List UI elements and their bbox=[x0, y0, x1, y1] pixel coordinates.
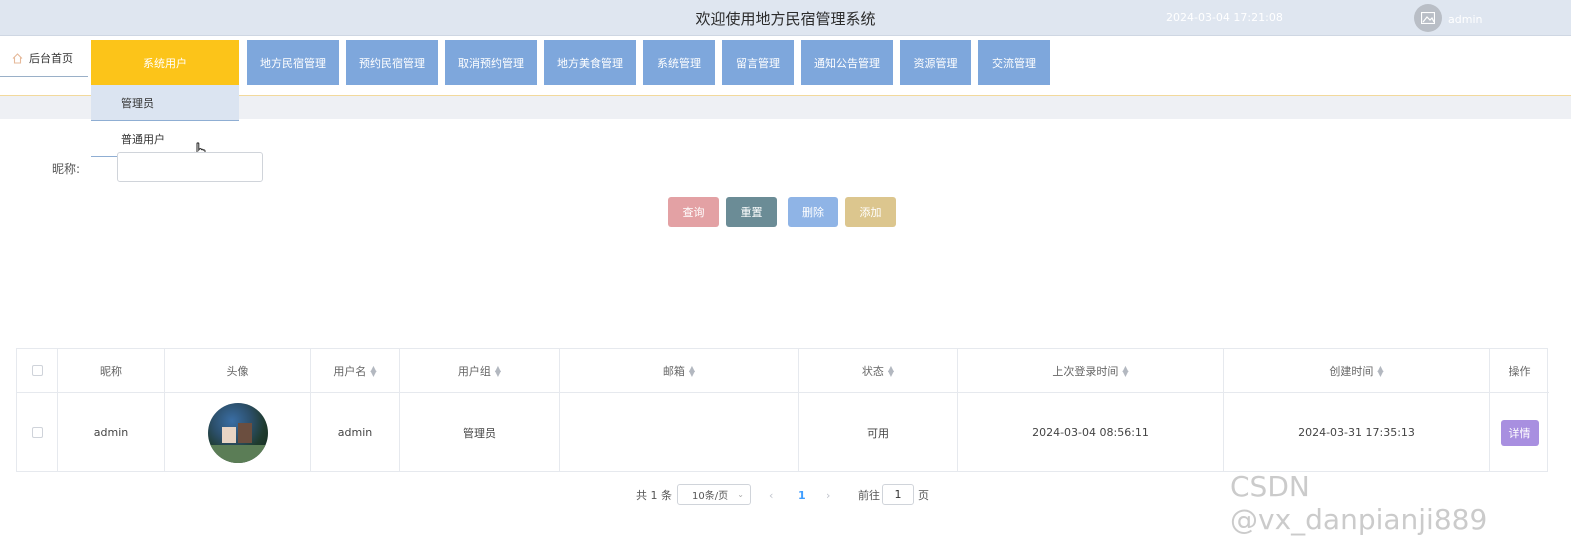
delete-button[interactable]: 删除 bbox=[788, 197, 838, 227]
nav-home[interactable]: 后台首页 bbox=[0, 40, 88, 77]
column-header-action: 操作 bbox=[1490, 349, 1549, 393]
pagination-total: 共 1 条 bbox=[636, 489, 672, 502]
nav-item-system-users[interactable]: 系统用户 bbox=[91, 40, 239, 85]
select-all-cell bbox=[17, 349, 58, 393]
goto-label: 前往 bbox=[858, 489, 880, 502]
nav-item-exchange[interactable]: 交流管理 bbox=[978, 40, 1050, 85]
user-avatar[interactable] bbox=[1414, 4, 1442, 32]
users-table: 昵称 头像 用户名 ▲ ▼ 用户组 ▲ ▼ 邮箱 ▲ ▼ 状态 ▲ ▼ 上次登录时间 ▲ ▼ 创建时… bbox=[16, 348, 1549, 472]
column-header-created[interactable]: 创建时间 ▲ ▼ bbox=[1224, 349, 1490, 393]
cell-nickname: admin bbox=[58, 393, 165, 472]
row-select-cell bbox=[17, 393, 58, 472]
datetime-display: 2024-03-04 17:21:08 bbox=[1166, 11, 1283, 24]
chevron-down-icon: ⌄ bbox=[737, 490, 744, 499]
reset-button[interactable]: 重置 bbox=[726, 197, 777, 227]
sort-icon[interactable]: ▲ ▼ bbox=[1122, 364, 1128, 377]
cell-created: 2024-03-31 17:35:13 bbox=[1224, 393, 1490, 472]
home-icon bbox=[12, 52, 23, 64]
page-size-value: 10条/页 bbox=[692, 491, 729, 502]
nav-item-notice[interactable]: 通知公告管理 bbox=[801, 40, 893, 85]
nav-home-label: 后台首页 bbox=[29, 52, 73, 65]
column-header-email[interactable]: 邮箱 ▲ ▼ bbox=[560, 349, 799, 393]
goto-page-input[interactable]: 1 bbox=[882, 484, 914, 505]
page-size-select[interactable]: 10条/页 ⌄ bbox=[677, 484, 751, 505]
prev-page-icon[interactable]: ‹ bbox=[769, 484, 773, 506]
nav-item-resource[interactable]: 资源管理 bbox=[900, 40, 971, 85]
nav-item-cancel-booking[interactable]: 取消预约管理 bbox=[445, 40, 537, 85]
sort-icon[interactable]: ▲ ▼ bbox=[1377, 364, 1383, 377]
user-avatar-image bbox=[207, 402, 268, 463]
nickname-input[interactable] bbox=[117, 152, 263, 182]
nav-item-system[interactable]: 系统管理 bbox=[643, 40, 715, 85]
username-label[interactable]: admin bbox=[1448, 13, 1482, 26]
nav-item-food[interactable]: 地方美食管理 bbox=[544, 40, 636, 85]
cell-avatar bbox=[165, 393, 311, 472]
nav-item-homestay[interactable]: 地方民宿管理 bbox=[247, 40, 339, 85]
next-page-icon[interactable]: › bbox=[826, 484, 830, 506]
add-button[interactable]: 添加 bbox=[845, 197, 896, 227]
watermark: CSDN @vx_danpianji889 bbox=[1230, 470, 1488, 536]
column-header-username[interactable]: 用户名 ▲ ▼ bbox=[311, 349, 400, 393]
nav-item-booking[interactable]: 预约民宿管理 bbox=[346, 40, 438, 85]
dropdown-item-admin[interactable]: 管理员 bbox=[91, 85, 239, 121]
goto-suffix: 页 bbox=[918, 489, 929, 502]
sort-icon[interactable]: ▲ ▼ bbox=[689, 364, 695, 377]
nickname-label: 昵称: bbox=[52, 162, 81, 176]
page-title: 欢迎使用地方民宿管理系统 bbox=[695, 10, 876, 28]
column-header-nickname: 昵称 bbox=[58, 349, 165, 393]
query-button[interactable]: 查询 bbox=[668, 197, 719, 227]
sort-icon[interactable]: ▲ ▼ bbox=[888, 364, 894, 377]
column-header-status[interactable]: 状态 ▲ ▼ bbox=[799, 349, 958, 393]
detail-button[interactable]: 详情 bbox=[1500, 419, 1539, 446]
row-checkbox[interactable] bbox=[31, 427, 43, 438]
page-number-current[interactable]: 1 bbox=[798, 484, 806, 506]
top-header: 欢迎使用地方民宿管理系统 2024-03-04 17:21:08 admin bbox=[0, 0, 1571, 36]
cell-last-login: 2024-03-04 08:56:11 bbox=[958, 393, 1224, 472]
nav-item-message[interactable]: 留言管理 bbox=[722, 40, 794, 85]
column-header-group[interactable]: 用户组 ▲ ▼ bbox=[400, 349, 560, 393]
column-header-last-login[interactable]: 上次登录时间 ▲ ▼ bbox=[958, 349, 1224, 393]
cell-username: admin bbox=[311, 393, 400, 472]
cell-email bbox=[560, 393, 799, 472]
sort-icon[interactable]: ▲ ▼ bbox=[370, 364, 376, 377]
system-users-dropdown: 管理员 普通用户 bbox=[91, 85, 239, 158]
column-header-avatar: 头像 bbox=[165, 349, 311, 393]
sort-icon[interactable]: ▲ ▼ bbox=[495, 364, 501, 377]
image-icon bbox=[1421, 12, 1435, 24]
select-all-checkbox[interactable] bbox=[31, 365, 43, 376]
cell-action: 详情 bbox=[1490, 393, 1549, 472]
cell-group: 管理员 bbox=[400, 393, 560, 472]
cell-status: 可用 bbox=[799, 393, 958, 472]
